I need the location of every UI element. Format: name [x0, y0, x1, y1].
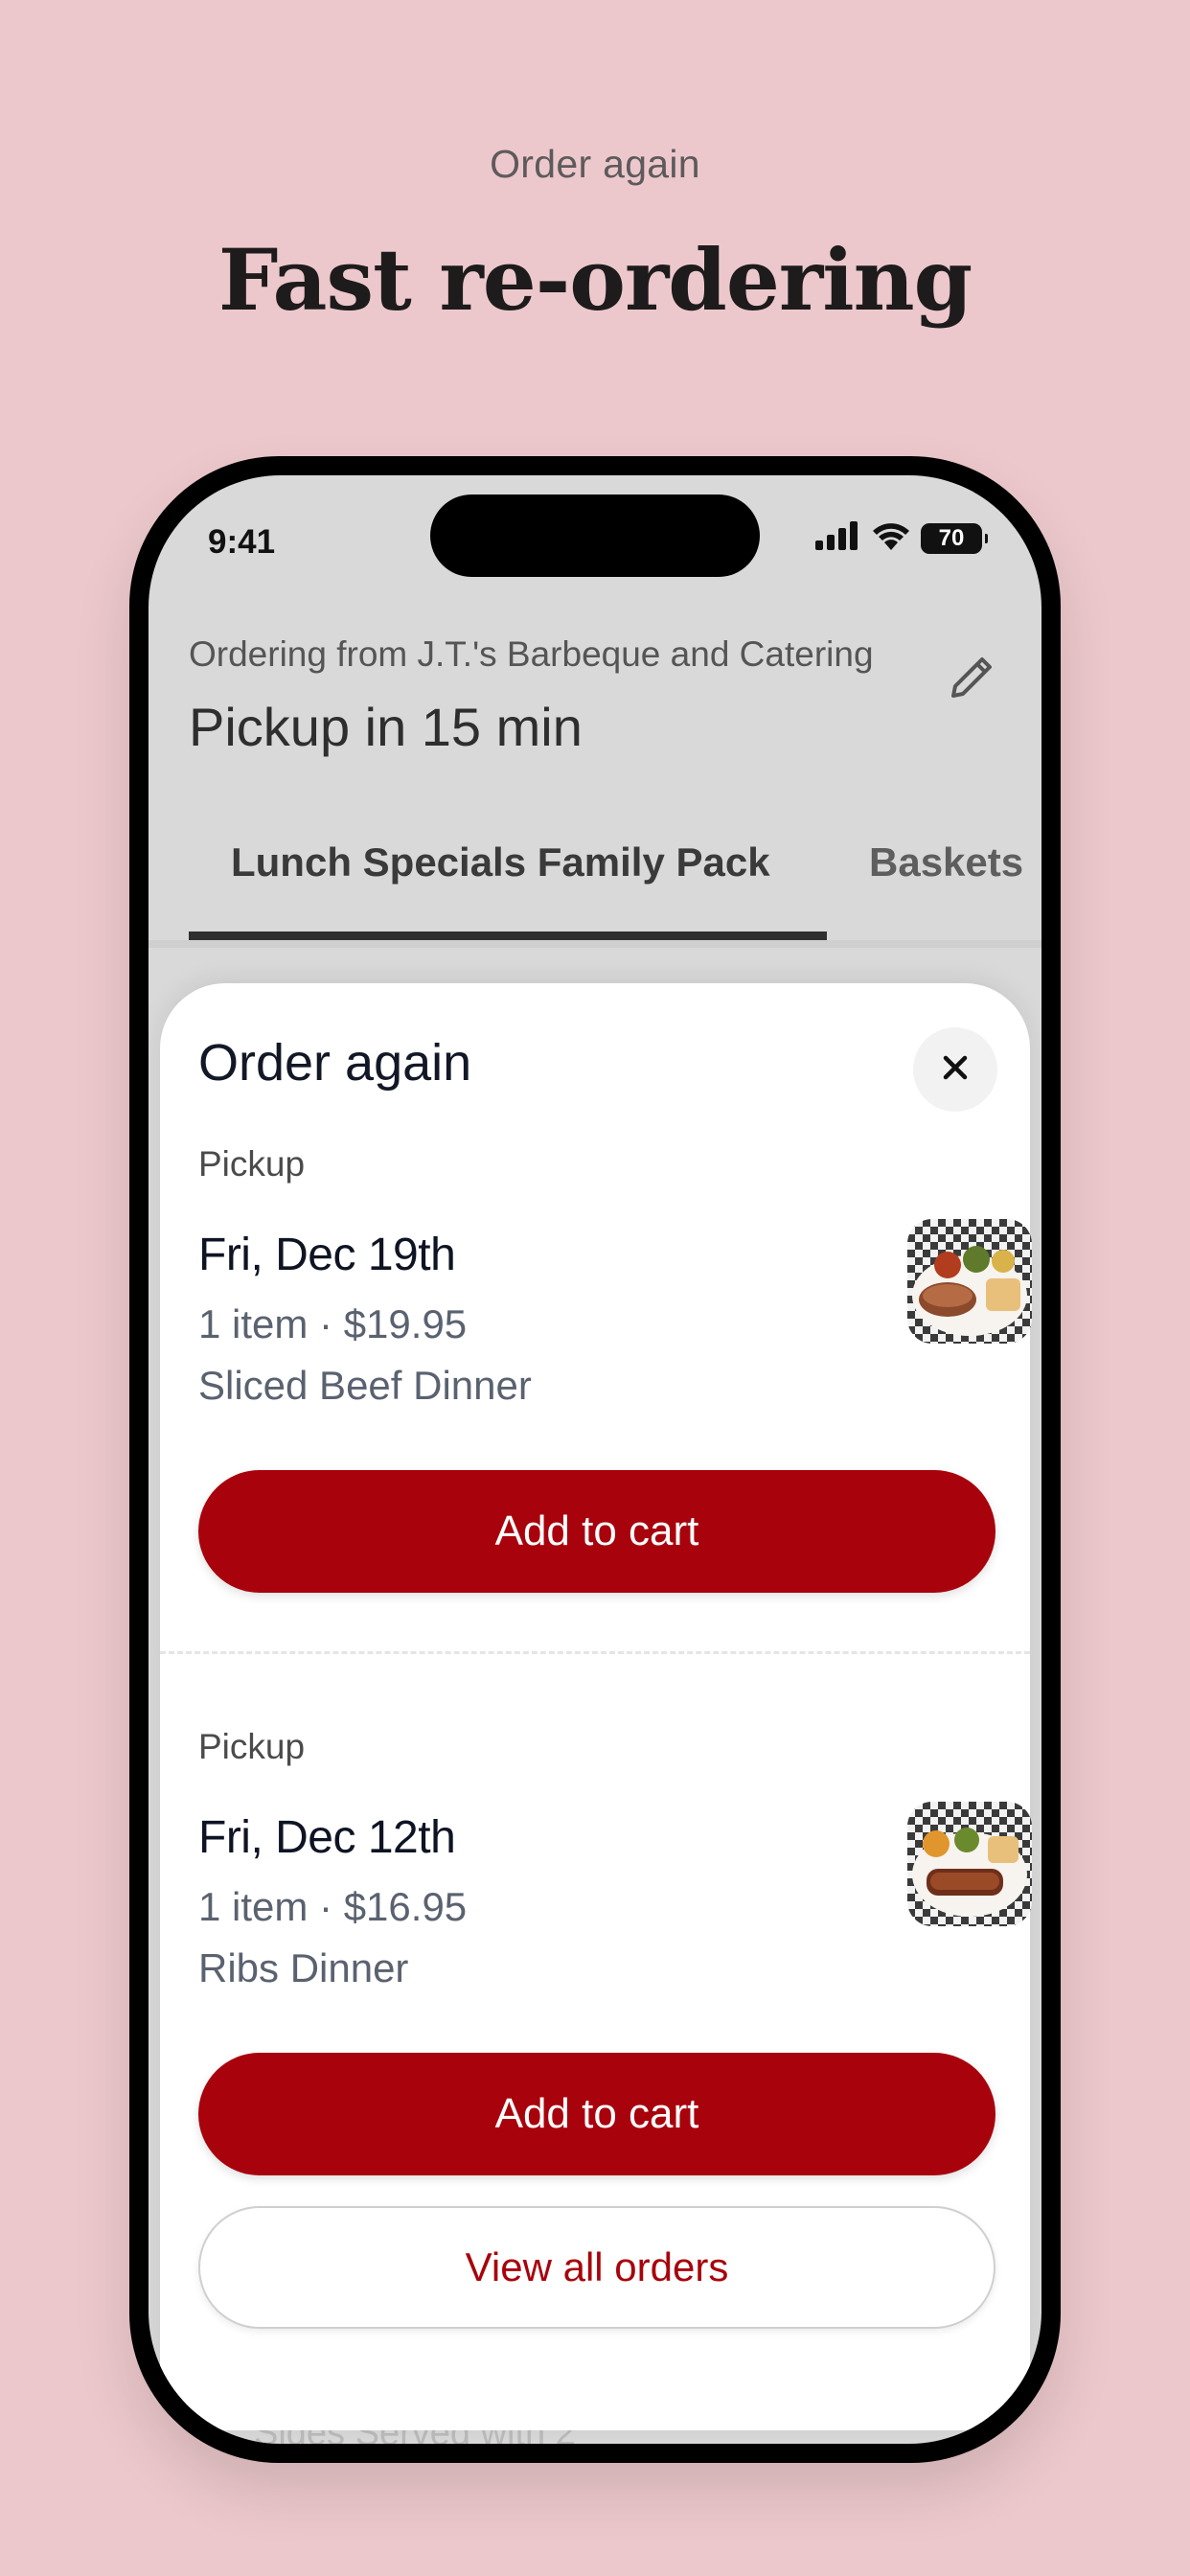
battery-icon: 70 — [921, 522, 988, 554]
tab-baskets[interactable]: Baskets — [869, 840, 1023, 886]
tabs-divider — [149, 940, 1041, 948]
signal-icon — [815, 521, 861, 555]
order-divider — [160, 1651, 1030, 1654]
pencil-icon[interactable] — [942, 648, 1001, 707]
dynamic-island — [430, 494, 760, 577]
close-button[interactable] — [913, 1027, 997, 1112]
order-item-name: Sliced Beef Dinner — [198, 1363, 532, 1408]
sliced-beef-dinner-image — [907, 1219, 1032, 1344]
view-all-orders-button[interactable]: View all orders — [198, 2206, 995, 2329]
add-to-cart-button[interactable]: Add to cart — [198, 2053, 995, 2175]
close-icon — [940, 1052, 971, 1088]
status-icons: 70 — [815, 521, 988, 555]
order-date: Fri, Dec 19th — [198, 1230, 456, 1280]
sheet-title: Order again — [198, 1034, 472, 1092]
order-again-sheet: Order again Pickup Fri, Dec 19th 1 item … — [160, 983, 1032, 2430]
category-tabs: Lunch Specials Family Pack Baskets — [149, 815, 1041, 941]
phone-screen: 9:41 70 Ordering from J.T.'s Barbeque an… — [149, 475, 1041, 2444]
phone-frame: 9:41 70 Ordering from J.T.'s Barbeque an… — [129, 456, 1061, 2463]
pickup-time[interactable]: Pickup in 15 min — [189, 696, 583, 758]
order-meta: 1 item · $19.95 — [198, 1301, 468, 1346]
order-method: Pickup — [198, 1727, 306, 1766]
promo-eyebrow: Order again — [490, 142, 700, 186]
status-time: 9:41 — [208, 523, 276, 561]
active-tab-indicator — [189, 932, 827, 940]
ribs-dinner-image — [907, 1802, 1032, 1926]
order-date: Fri, Dec 12th — [198, 1812, 456, 1863]
add-to-cart-button[interactable]: Add to cart — [198, 1470, 995, 1593]
tab-lunch-specials[interactable]: Lunch Specials Family Pack — [231, 840, 770, 886]
promo-headline: Fast re-ordering — [217, 230, 973, 330]
order-meta: 1 item · $16.95 — [198, 1884, 468, 1929]
order-item-name: Ribs Dinner — [198, 1945, 409, 1990]
wifi-icon — [871, 521, 911, 555]
ordering-from-label: Ordering from J.T.'s Barbeque and Cateri… — [189, 634, 874, 674]
order-method: Pickup — [198, 1144, 306, 1184]
